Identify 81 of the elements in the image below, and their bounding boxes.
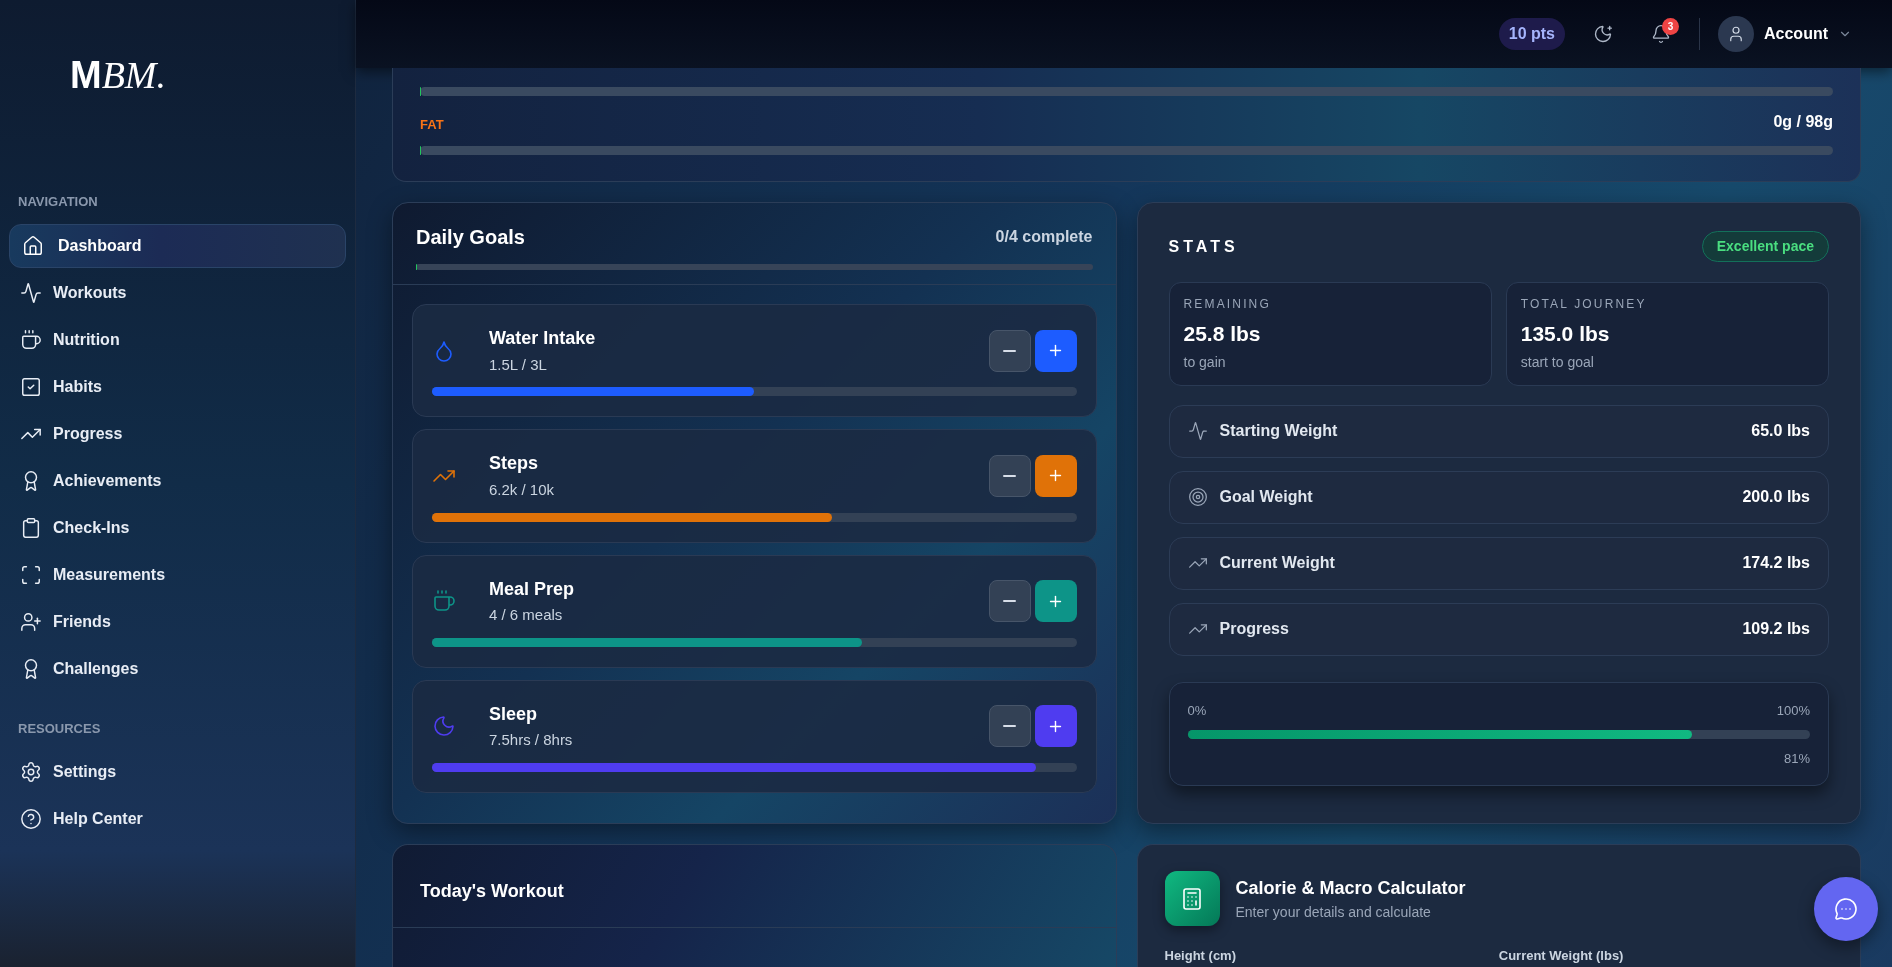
- checkbox-icon: [20, 375, 42, 398]
- user-icon: [1727, 25, 1745, 43]
- macro-value: 0g / 98g: [1773, 112, 1833, 132]
- minus-icon: [1003, 474, 1016, 477]
- pulse-icon: [1187, 421, 1208, 441]
- card-subtitle: Enter your details and calculate: [1235, 902, 1432, 922]
- cup-icon: [432, 589, 456, 614]
- tile-label: TOTAL JOURNEY: [1520, 296, 1648, 313]
- status-badge: Excellent pace: [1701, 231, 1829, 262]
- nav-item[interactable]: Settings: [9, 750, 346, 794]
- card-title: STATS: [1168, 236, 1239, 257]
- goal-name: Water Intake: [489, 327, 597, 350]
- macro-label: FAT: [420, 115, 444, 134]
- moon-icon: [432, 714, 456, 739]
- nav-item[interactable]: Measurements: [9, 552, 346, 597]
- nav-item[interactable]: Nutrition: [9, 317, 346, 362]
- increase-button[interactable]: [1034, 329, 1077, 372]
- stat-label: Current Weight: [1219, 553, 1336, 573]
- notifications-button[interactable]: 3: [1641, 14, 1681, 54]
- nav-item[interactable]: Dashboard: [9, 223, 346, 268]
- minus-icon: [1003, 725, 1016, 728]
- section-heading: RESOURCES: [17, 719, 102, 738]
- card-title: Today's Workout: [420, 880, 565, 903]
- stat-label: Goal Weight: [1219, 487, 1314, 507]
- target-icon: [1187, 487, 1208, 507]
- calculator-icon: [1180, 886, 1204, 911]
- stat-label: Starting Weight: [1219, 421, 1339, 441]
- goals-summary: 0/4 complete: [995, 227, 1093, 247]
- goal-reading: 7.5hrs / 8hrs: [489, 731, 574, 750]
- nav-item[interactable]: Challenges: [9, 646, 346, 691]
- cup-icon: [20, 328, 42, 351]
- points-badge: 10 pts: [1498, 18, 1565, 50]
- moon-icon: [1593, 24, 1613, 44]
- goal-reading: 4 / 6 meals: [489, 606, 564, 625]
- stat-value: 200.0 lbs: [1742, 487, 1810, 507]
- goal-name: Sleep: [489, 702, 539, 726]
- minus-icon: [1003, 349, 1016, 352]
- nav-item[interactable]: Help Center: [9, 797, 346, 841]
- stat-value: 174.2 lbs: [1742, 553, 1810, 573]
- tile-value: 25.8 lbs: [1183, 321, 1262, 347]
- goal-name: Steps: [489, 452, 540, 475]
- scan-icon: [20, 563, 42, 586]
- card-title: Daily Goals: [416, 225, 525, 250]
- nav-item[interactable]: Workouts: [9, 270, 346, 315]
- bell-icon: [1651, 24, 1671, 44]
- chat-icon: [1834, 897, 1858, 921]
- tile-note: to gain: [1183, 352, 1227, 372]
- goal-reading: 6.2k / 10k: [489, 480, 556, 500]
- increase-button[interactable]: [1034, 454, 1077, 497]
- goal-name: Meal Prep: [489, 577, 576, 600]
- tile-note: start to goal: [1520, 352, 1595, 372]
- pulse-icon: [20, 281, 42, 304]
- card-title: Calorie & Macro Calculator: [1235, 876, 1466, 900]
- account-menu[interactable]: Account: [1718, 16, 1852, 52]
- user-plus-icon: [20, 610, 42, 633]
- minus-icon: [1003, 600, 1016, 603]
- progress-percent: 81%: [1783, 750, 1810, 768]
- goal-reading: 1.5L / 3L: [489, 355, 548, 375]
- settings-icon: [20, 761, 42, 783]
- notification-count: 3: [1662, 18, 1679, 35]
- nav-item[interactable]: Achievements: [9, 458, 346, 503]
- scale-min: 0%: [1187, 701, 1207, 720]
- stat-label: Progress: [1219, 619, 1290, 639]
- nav-item[interactable]: Friends: [9, 599, 346, 644]
- nav-item[interactable]: Progress: [9, 411, 346, 456]
- section-heading: NAVIGATION: [17, 193, 99, 211]
- nav-item[interactable]: Habits: [9, 364, 346, 409]
- clipboard-icon: [20, 516, 42, 539]
- increase-button[interactable]: [1034, 705, 1077, 748]
- tile-label: REMAINING: [1183, 296, 1272, 313]
- home-icon: [22, 234, 44, 257]
- field-label: Height (cm): [1164, 947, 1237, 965]
- logo[interactable]: MBM.: [70, 56, 167, 94]
- stat-value: 109.2 lbs: [1742, 619, 1810, 639]
- scale-max: 100%: [1776, 701, 1810, 720]
- tile-value: 135.0 lbs: [1520, 321, 1611, 347]
- nav-item[interactable]: Check-Ins: [9, 505, 346, 550]
- stat-value: 65.0 lbs: [1751, 421, 1810, 441]
- help-icon: [20, 808, 42, 830]
- increase-button[interactable]: [1034, 580, 1077, 623]
- field-label: Current Weight (lbs): [1498, 947, 1625, 965]
